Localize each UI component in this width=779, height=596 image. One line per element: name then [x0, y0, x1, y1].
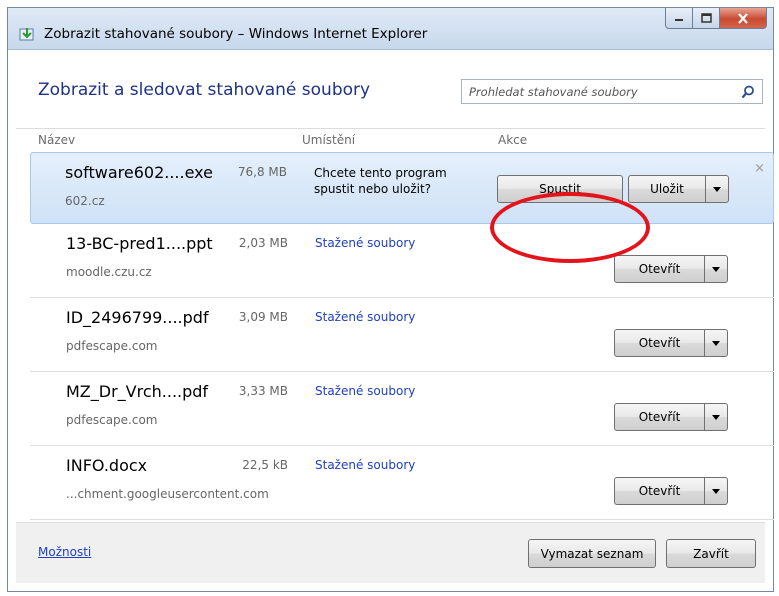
minimize-icon: [675, 19, 683, 21]
close-button[interactable]: Zavřít: [666, 539, 756, 568]
chevron-down-icon: [712, 488, 720, 494]
file-name: ID_2496799....pdf: [66, 308, 209, 327]
file-source: ...chment.googleusercontent.com: [66, 487, 269, 501]
window-title: Zobrazit stahované soubory – Windows Int…: [44, 26, 428, 42]
location-link[interactable]: Stažené soubory: [315, 458, 415, 472]
open-button[interactable]: Otevřít: [614, 403, 705, 431]
file-source: pdfescape.com: [66, 339, 158, 353]
download-row-selected[interactable]: software602....exe 76,8 MB 602.cz Chcete…: [30, 152, 774, 224]
maximize-button[interactable]: [693, 8, 720, 29]
file-name: software602....exe: [65, 163, 213, 182]
maximize-icon: [700, 13, 712, 23]
options-link[interactable]: Možnosti: [38, 545, 91, 559]
file-source: pdfescape.com: [66, 413, 158, 427]
highlight-circle: [490, 192, 650, 263]
chevron-down-icon: [712, 340, 720, 346]
location-link[interactable]: Stažené soubory: [315, 384, 415, 398]
file-name: 13-BC-pred1....ppt: [66, 234, 213, 253]
close-window-button[interactable]: [720, 8, 767, 29]
open-button[interactable]: Otevřít: [614, 329, 705, 357]
file-size: 3,09 MB: [238, 310, 288, 324]
download-prompt: Chcete tento program spustit nebo uložit…: [314, 166, 447, 196]
column-location[interactable]: Umístění: [302, 133, 355, 147]
file-size: 76,8 MB: [237, 165, 287, 179]
column-name[interactable]: Název: [38, 133, 75, 147]
chevron-down-icon: [712, 414, 720, 420]
open-options-dropdown[interactable]: [705, 477, 728, 505]
open-options-dropdown[interactable]: [705, 403, 728, 431]
title-bar[interactable]: Zobrazit stahované soubory – Windows Int…: [8, 8, 773, 50]
search-input[interactable]: [462, 80, 739, 103]
download-row[interactable]: 13-BC-pred1....ppt 2,03 MB moodle.czu.cz…: [30, 224, 774, 298]
save-button[interactable]: Uložit: [628, 175, 706, 203]
file-size: 3,33 MB: [238, 384, 288, 398]
download-row[interactable]: INFO.docx 22,5 kB ...chment.googleuserco…: [30, 446, 774, 520]
chevron-down-icon: [712, 266, 720, 272]
file-size: 22,5 kB: [242, 458, 288, 472]
column-actions: Akce: [498, 133, 528, 147]
open-options-dropdown[interactable]: [705, 255, 728, 283]
download-row[interactable]: MZ_Dr_Vrch....pdf 3,33 MB pdfescape.com …: [30, 372, 774, 446]
client-area: Zobrazit a sledovat stahované soubory Ná…: [16, 50, 774, 583]
window-controls: [665, 8, 767, 32]
file-source: moodle.czu.cz: [66, 265, 152, 279]
file-name: MZ_Dr_Vrch....pdf: [66, 382, 209, 401]
location-link[interactable]: Stažené soubory: [315, 236, 415, 250]
search-box[interactable]: [461, 79, 763, 104]
save-options-dropdown[interactable]: [706, 175, 729, 203]
column-header: Název Umístění Akce: [16, 128, 765, 151]
file-source: 602.cz: [65, 194, 105, 208]
file-size: 2,03 MB: [238, 236, 288, 250]
close-icon: [738, 12, 748, 24]
minimize-button[interactable]: [665, 8, 693, 29]
search-icon[interactable]: [741, 85, 755, 99]
footer-bar: Možnosti Vymazat seznam Zavřít: [16, 522, 765, 583]
clear-list-button[interactable]: Vymazat seznam: [528, 539, 656, 568]
open-button[interactable]: Otevřít: [614, 477, 705, 505]
open-button[interactable]: Otevřít: [614, 255, 705, 283]
downloads-window: Zobrazit stahované soubory – Windows Int…: [7, 7, 774, 592]
location-link[interactable]: Stažené soubory: [315, 310, 415, 324]
download-row[interactable]: ID_2496799....pdf 3,09 MB pdfescape.com …: [30, 298, 774, 372]
open-options-dropdown[interactable]: [705, 329, 728, 357]
dismiss-icon[interactable]: ×: [754, 161, 765, 176]
page-heading: Zobrazit a sledovat stahované soubory: [38, 80, 371, 100]
chevron-down-icon: [713, 186, 721, 192]
file-name: INFO.docx: [66, 456, 148, 475]
ie-download-icon: [19, 28, 34, 41]
